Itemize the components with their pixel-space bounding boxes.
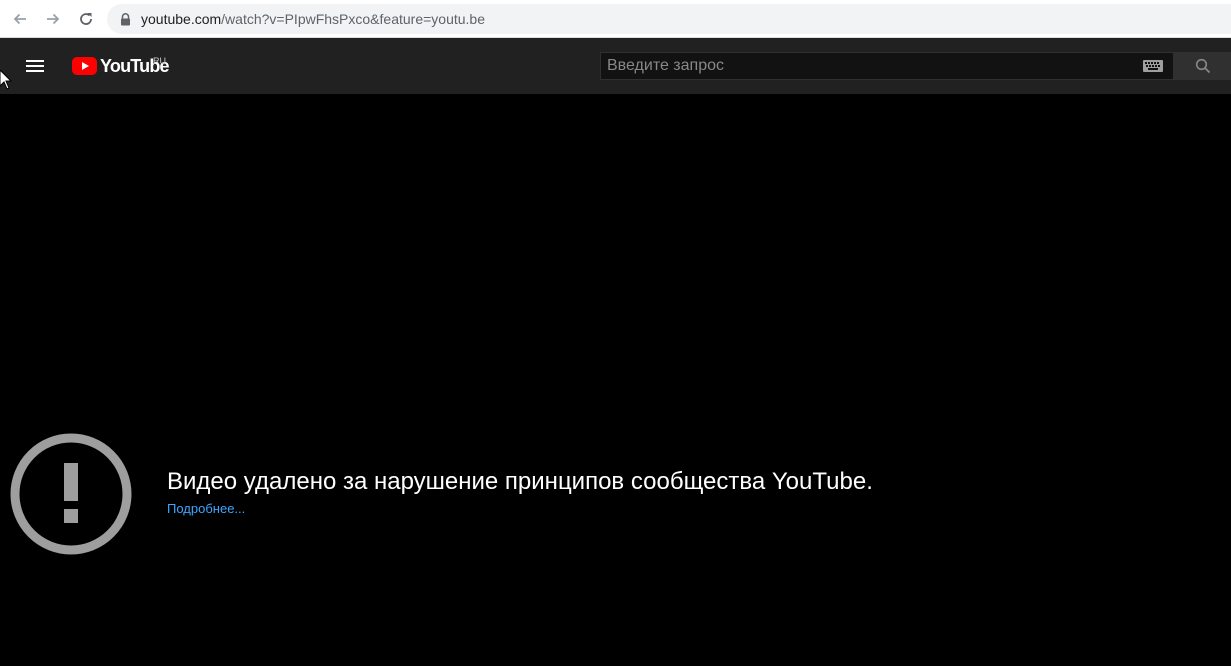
lock-icon[interactable] — [118, 12, 132, 26]
search-input[interactable] — [601, 53, 1131, 79]
url-text[interactable]: youtube.com/watch?v=PIpwFhsPxco&feature=… — [141, 11, 485, 27]
youtube-header: YouTube RU — [0, 38, 1231, 94]
url-host: youtube.com — [141, 11, 222, 27]
reload-button[interactable] — [74, 7, 98, 31]
video-player: Видео удалено за нарушение принципов соо… — [0, 94, 1231, 666]
browser-toolbar: youtube.com/watch?v=PIpwFhsPxco&feature=… — [0, 0, 1231, 38]
arrow-left-icon — [13, 13, 26, 25]
url-path: /watch?v=PIpwFhsPxco&feature=youtu.be — [221, 11, 485, 27]
menu-button[interactable] — [21, 54, 49, 78]
reload-icon — [80, 13, 92, 25]
exclamation-circle-icon — [10, 433, 132, 555]
arrow-right-icon — [47, 13, 60, 25]
search-button[interactable] — [1174, 52, 1231, 80]
address-bar[interactable]: youtube.com/watch?v=PIpwFhsPxco&feature=… — [107, 4, 1231, 34]
search-box — [600, 52, 1174, 80]
forward-button[interactable] — [41, 7, 65, 31]
hamburger-menu-icon — [26, 60, 44, 72]
youtube-play-logo-icon — [72, 57, 97, 75]
error-message: Видео удалено за нарушение принципов соо… — [167, 468, 873, 495]
mouse-cursor-icon — [0, 70, 12, 90]
learn-more-link[interactable]: Подробнее... — [167, 501, 245, 516]
keyboard-icon[interactable] — [1143, 60, 1163, 72]
region-code: RU — [153, 56, 166, 66]
search-icon — [1195, 58, 1210, 74]
back-button[interactable] — [8, 7, 32, 31]
